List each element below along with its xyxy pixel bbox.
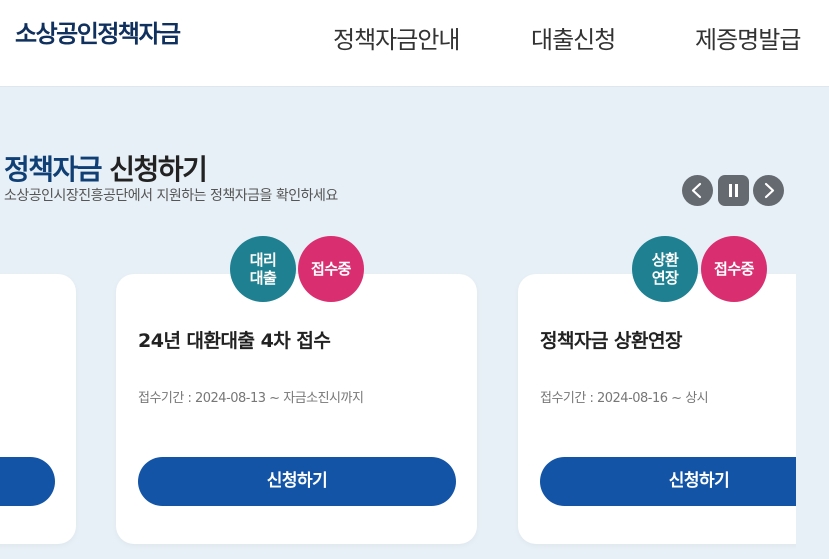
card-period: 접수기간 : 2024-08-16 ~ 상시 bbox=[540, 391, 709, 406]
status-badge: 접수중 bbox=[701, 236, 767, 302]
card-period: 접수기간 : 2024-08-13 ~ 자금소진시까지 bbox=[138, 391, 364, 406]
carousel-pause-button[interactable] bbox=[718, 175, 749, 206]
nav-certificate-issuance[interactable]: 제증명발급 bbox=[695, 20, 801, 55]
pause-icon bbox=[729, 184, 738, 197]
carousel-next-button[interactable] bbox=[753, 175, 784, 206]
site-logo[interactable]: 소상공인정책자금 bbox=[15, 14, 181, 49]
card-title: 24년 대환대출 4차 접수 bbox=[138, 330, 331, 352]
nav-policy-fund-guide[interactable]: 정책자금안내 bbox=[333, 20, 460, 55]
card-carousel: 24년 대환대출 4차 접수 접수기간 : 2024-08-13 ~ 자금소진시… bbox=[0, 88, 796, 559]
apply-button[interactable] bbox=[0, 457, 55, 506]
apply-button[interactable]: 신청하기 bbox=[138, 457, 456, 506]
type-badge: 대리 대출 bbox=[230, 236, 296, 302]
status-badge: 접수중 bbox=[298, 236, 364, 302]
apply-button[interactable]: 신청하기 bbox=[540, 457, 796, 506]
policy-card: 24년 대환대출 4차 접수 접수기간 : 2024-08-13 ~ 자금소진시… bbox=[116, 274, 477, 544]
nav-loan-application[interactable]: 대출신청 bbox=[531, 20, 616, 55]
chevron-right-icon bbox=[764, 182, 775, 199]
site-header: 소상공인정책자금 정책자금안내 대출신청 제증명발급 bbox=[0, 0, 829, 87]
policy-card-partial bbox=[0, 274, 76, 544]
policy-card: 정책자금 상환연장 접수기간 : 2024-08-16 ~ 상시 신청하기 bbox=[518, 274, 796, 544]
carousel-prev-button[interactable] bbox=[682, 175, 713, 206]
main-section: 정책자금 신청하기 소상공인시장진흥공단에서 지원하는 정책자금을 확인하세요 … bbox=[0, 88, 829, 559]
card-title: 정책자금 상환연장 bbox=[540, 330, 682, 352]
chevron-left-icon bbox=[691, 182, 702, 199]
type-badge: 상환 연장 bbox=[632, 236, 698, 302]
